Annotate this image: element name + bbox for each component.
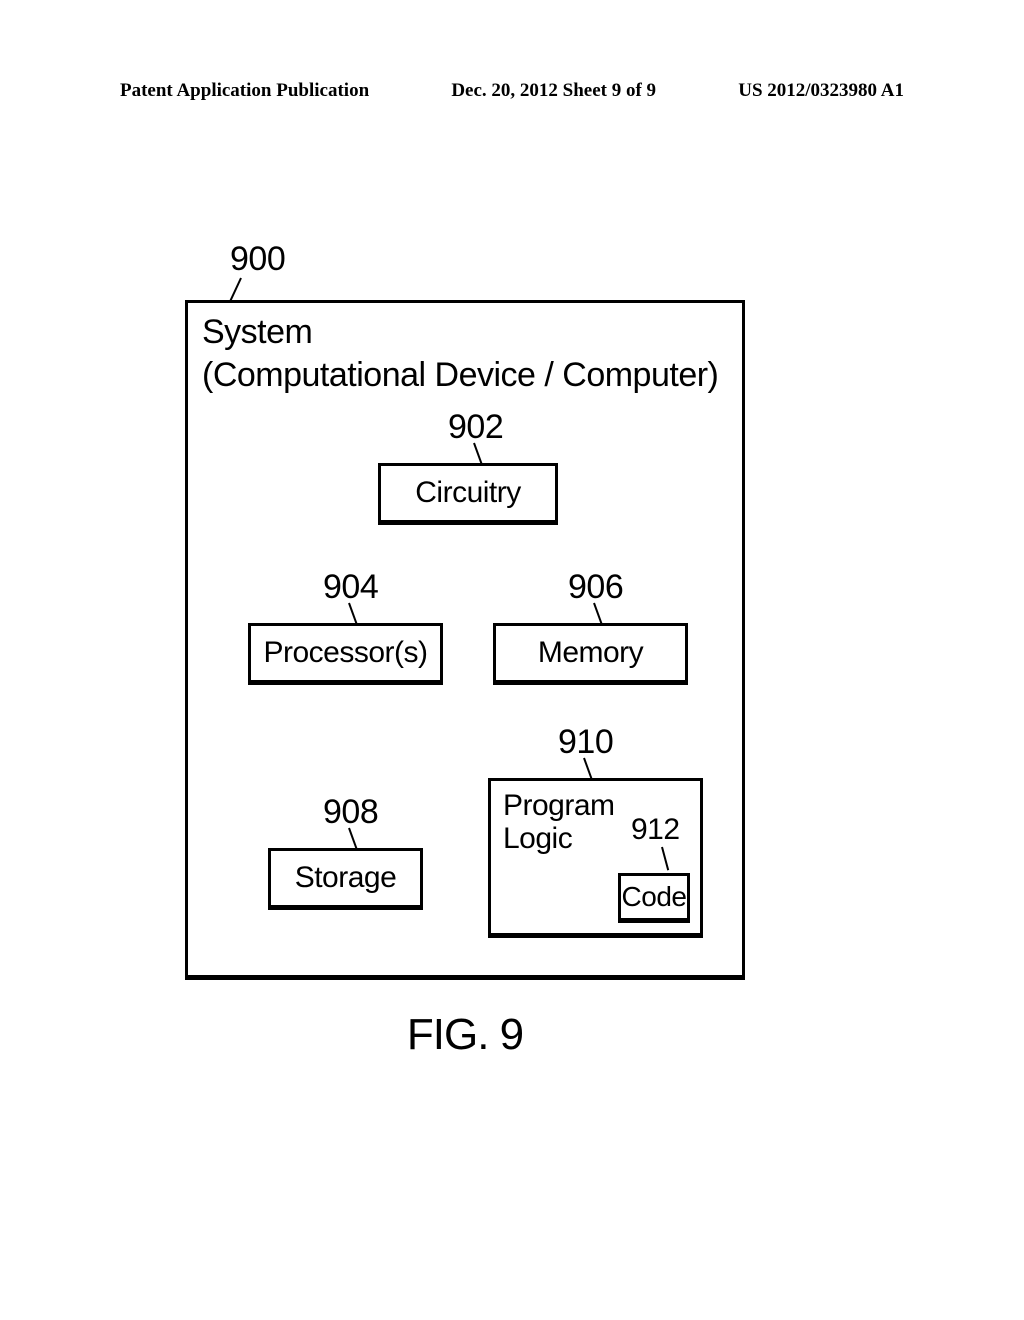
ref-900: 900 (230, 240, 285, 279)
ref-902: 902 (448, 408, 503, 447)
header-left: Patent Application Publication (120, 80, 369, 102)
ref-904: 904 (323, 568, 378, 607)
ref-906: 906 (568, 568, 623, 607)
program-logic-box: Program Logic 912 Code (488, 778, 703, 938)
code-label: Code (622, 881, 687, 913)
system-title-line2: (Computational Device / Computer) (202, 354, 718, 397)
leader-900 (230, 278, 242, 302)
circuitry-label: Circuitry (415, 476, 521, 510)
system-title-line1: System (202, 311, 718, 354)
system-title: System (Computational Device / Computer) (202, 311, 718, 396)
ref-912: 912 (631, 813, 680, 847)
header-center: Dec. 20, 2012 Sheet 9 of 9 (451, 80, 656, 102)
page: Patent Application Publication Dec. 20, … (0, 0, 1024, 1320)
ref-908: 908 (323, 793, 378, 832)
ref-910: 910 (558, 723, 613, 762)
figure-caption: FIG. 9 (185, 1010, 745, 1060)
figure-9: 900 System (Computational Device / Compu… (185, 290, 745, 1040)
storage-label: Storage (295, 861, 397, 895)
circuitry-box: Circuitry (378, 463, 558, 525)
header-right: US 2012/0323980 A1 (738, 80, 904, 102)
code-box: Code (618, 873, 690, 923)
page-header: Patent Application Publication Dec. 20, … (0, 80, 1024, 102)
system-box: System (Computational Device / Computer)… (185, 300, 745, 980)
processors-label: Processor(s) (263, 636, 427, 670)
program-logic-label-line1: Program (503, 789, 615, 822)
processors-box: Processor(s) (248, 623, 443, 685)
program-logic-label-line2: Logic (503, 822, 615, 855)
storage-box: Storage (268, 848, 423, 910)
memory-label: Memory (538, 636, 643, 670)
leader-912 (661, 847, 669, 871)
memory-box: Memory (493, 623, 688, 685)
